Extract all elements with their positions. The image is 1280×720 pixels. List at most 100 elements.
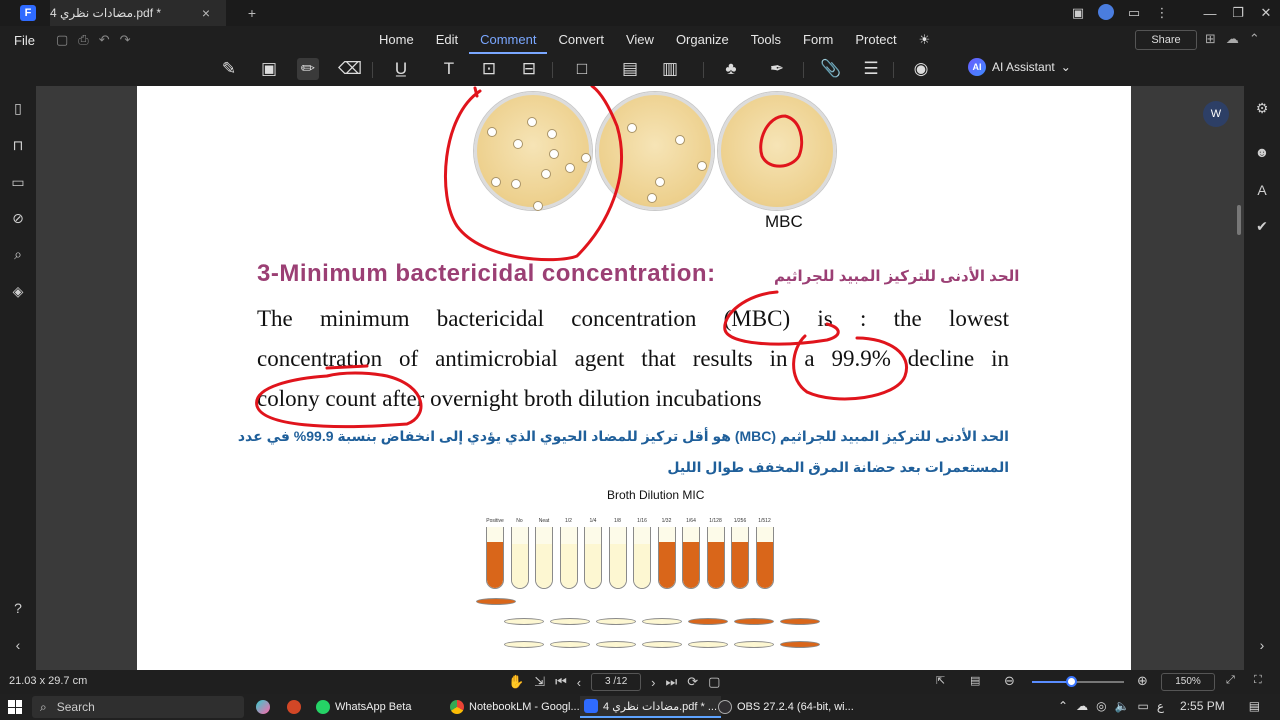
tab-comment[interactable]: Comment [469,26,548,54]
taskbar-app-chrome[interactable]: NotebookLM - Googl... [446,696,584,718]
next-page-icon[interactable]: › [651,675,655,690]
properties-icon[interactable]: ⚙ [1253,100,1271,118]
network-icon[interactable]: ◎ [1096,699,1106,713]
highlight-icon[interactable]: ✎ [218,58,240,80]
hand-tool-icon[interactable]: ✋ [508,674,524,690]
minimize-icon[interactable]: — [1196,6,1224,21]
battery-icon[interactable]: ▭ [1138,699,1149,713]
text-box-icon[interactable]: ⊡ [478,58,500,80]
prev-page-icon[interactable]: ‹ [577,675,581,690]
area-highlight-icon[interactable]: ▣ [258,58,280,80]
select-tool-icon[interactable]: ⇲ [534,674,545,690]
first-page-icon[interactable]: ⏮ [555,674,567,690]
share-button[interactable]: Share [1135,30,1197,50]
eraser-icon[interactable]: ⌫ [338,58,362,80]
expand-icon[interactable]: ⌃ [1249,31,1260,47]
ai-assistant-icon: AI [968,58,986,76]
window-close-icon[interactable]: ✕ [1252,5,1280,21]
avatar[interactable] [1092,3,1120,23]
taskbar-search[interactable]: ⌕ Search [32,696,244,718]
collapse-left-icon[interactable]: ‹ [9,637,27,655]
page-thumbnail-icon[interactable]: ▯ [9,100,27,118]
fullscreen-icon[interactable]: ⛶ [1254,674,1262,687]
more-menu-icon[interactable]: ⋮ [1148,5,1176,21]
stamp-icon[interactable]: ♣ [720,58,742,80]
search-icon[interactable]: ⌕ [9,246,27,264]
close-tab-icon[interactable]: × [194,5,218,21]
rotate-icon[interactable]: ⟳ [687,674,698,690]
zoom-slider[interactable] [1032,681,1124,683]
windows-start-icon[interactable] [8,700,22,714]
zoom-out-icon[interactable]: ⊖ [1004,673,1015,689]
page-layout-icon[interactable]: ▤ [970,674,980,687]
message-icon[interactable]: ▭ [1120,5,1148,21]
clock[interactable]: 2:55 PM [1180,699,1225,713]
copilot-icon[interactable] [252,696,274,718]
taskbar-app-whatsapp[interactable]: WhatsApp Beta [312,696,415,718]
text-icon[interactable]: T [438,58,460,80]
document-canvas[interactable]: MBC 3-Minimum bactericidal concentration… [36,86,1244,670]
notifications-icon[interactable]: ▣ [1064,5,1092,21]
last-page-icon[interactable]: ⏭ [665,674,677,690]
measure-icon[interactable]: ▥ [659,58,681,80]
translate-icon[interactable]: A [1253,182,1271,200]
shape-icon[interactable]: □ [571,58,593,80]
comment-icon[interactable]: ▭ [9,174,27,192]
taskbar-app-obs[interactable]: OBS 27.2.4 (64-bit, wi... [714,696,858,718]
comment-toolbar: ✎ ▣ ✏ ⌫ U̲ T ⊡ ⊟ □ ▤ ▥ ♣ ✒ 📎 ☰ ◉ AI AI A… [0,54,1280,86]
bookmark-icon[interactable]: ⊓ [9,137,27,155]
tab-tools[interactable]: Tools [740,26,792,54]
volume-icon[interactable]: 🔈 [1115,699,1130,713]
attachment-icon[interactable]: 📎 [820,58,842,80]
taskbar-app-pdf[interactable]: 4 مضادات نظري.pdf * ... [580,696,722,718]
show-hide-icon[interactable]: ◉ [910,58,932,80]
layers-icon[interactable]: ◈ [9,283,27,301]
vertical-scrollbar[interactable] [1237,205,1241,235]
tab-protect[interactable]: Protect [844,26,907,54]
word-export-icon[interactable]: W [1203,101,1229,127]
tab-organize[interactable]: Organize [665,26,740,54]
note-icon[interactable]: ▤ [619,58,641,80]
restore-icon[interactable]: ❐ [1224,5,1252,21]
cloud-upload-icon[interactable]: ☁ [1226,31,1239,47]
help-icon[interactable]: ? [9,600,27,618]
document-tab[interactable]: 4 مضادات نظري.pdf * × [50,0,226,26]
zoom-slider-handle[interactable] [1066,676,1078,687]
fit-page-icon[interactable]: ▢ [708,674,720,690]
system-tray: ⌃ ☁ ◎ 🔈 ▭ ع 2:55 PM ▤ [1058,699,1260,713]
zoom-level-select[interactable]: 150% [1161,673,1215,691]
attachment-panel-icon[interactable]: ⊘ [9,210,27,228]
signature-icon[interactable]: ✒ [766,58,788,80]
underline-icon[interactable]: U̲ [390,58,412,80]
new-tab-icon[interactable]: + [240,5,264,21]
read-mode-icon[interactable]: ⇱ [936,674,945,687]
text-callout-icon[interactable]: ⊟ [518,58,540,80]
powerpoint-icon[interactable] [283,696,305,718]
zoom-in-icon[interactable]: ⊕ [1137,673,1148,689]
tab-form[interactable]: Form [792,26,844,54]
save-icon[interactable]: ▢ [56,32,68,48]
tab-home[interactable]: Home [368,26,425,54]
onedrive-icon[interactable]: ☁ [1076,699,1088,713]
comment-list-icon[interactable]: ☰ [860,58,882,80]
pencil-icon[interactable]: ✏ [297,58,319,80]
tab-convert[interactable]: Convert [547,26,615,54]
file-menu[interactable]: File [14,33,35,48]
undo-icon[interactable]: ↶ [99,32,110,48]
org-chart-icon[interactable]: ⊞ [1205,31,1216,47]
ai-assistant-button[interactable]: AI AI Assistant ⌄ [968,58,1071,76]
expand-right-icon[interactable]: › [1253,637,1271,655]
lightbulb-icon[interactable]: ☀ [908,26,942,54]
task-check-icon[interactable]: ✔ [1253,218,1271,236]
tab-edit[interactable]: Edit [425,26,469,54]
tray-expand-icon[interactable]: ⌃ [1058,699,1068,713]
tab-view[interactable]: View [615,26,665,54]
notification-center-icon[interactable]: ▤ [1249,699,1260,713]
chatbot-icon[interactable]: ☻ [1253,144,1271,162]
page-number-input[interactable]: 3 /12 [591,673,642,691]
redo-icon[interactable]: ↷ [120,32,131,48]
ink-circle-mbc-text [723,290,840,346]
fit-width-icon[interactable]: ⤢ [1226,674,1235,687]
input-language[interactable]: ع [1157,699,1164,713]
print-icon[interactable]: ⎙ [78,32,88,48]
